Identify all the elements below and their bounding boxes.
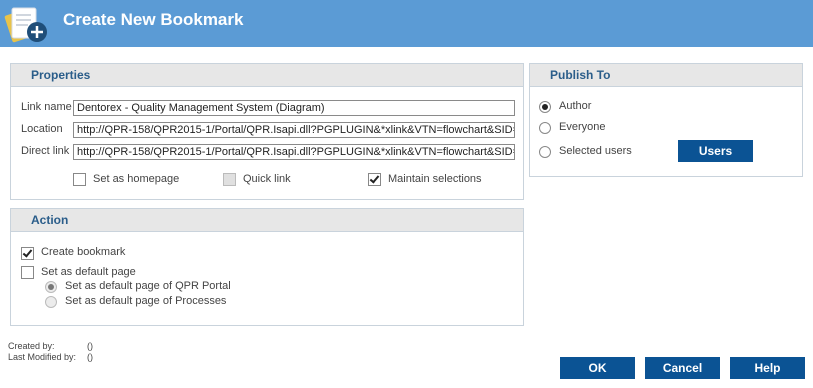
cancel-button[interactable]: Cancel	[645, 357, 720, 379]
created-by-label: Created by:	[8, 341, 55, 351]
link-name-field[interactable]: Dentorex - Quality Management System (Di…	[73, 100, 515, 116]
set-homepage-checkbox[interactable]	[73, 173, 86, 186]
quick-link-checkbox[interactable]	[223, 173, 236, 186]
last-modified-by-label: Last Modified by:	[8, 352, 77, 362]
publish-author-radio[interactable]	[539, 101, 551, 113]
create-bookmark-checkbox[interactable]	[21, 247, 34, 260]
ok-button[interactable]: OK	[560, 357, 635, 379]
users-button[interactable]: Users	[678, 140, 753, 162]
bookmark-add-icon	[4, 7, 47, 43]
link-name-label: Link name	[21, 101, 72, 113]
publish-selected-users-label: Selected users	[559, 145, 632, 157]
dialog-titlebar: Create New Bookmark	[0, 0, 813, 47]
default-processes-radio[interactable]	[45, 296, 57, 308]
created-by-value: ()	[87, 341, 93, 351]
create-bookmark-label: Create bookmark	[41, 246, 126, 258]
publish-everyone-label: Everyone	[559, 121, 606, 133]
default-qpr-portal-label: Set as default page of QPR Portal	[65, 280, 231, 292]
maintain-selections-label: Maintain selections	[388, 173, 482, 185]
default-processes-label: Set as default page of Processes	[65, 295, 227, 307]
set-homepage-label: Set as homepage	[93, 173, 180, 185]
set-default-page-label: Set as default page	[41, 266, 136, 278]
default-qpr-portal-radio[interactable]	[45, 281, 57, 293]
publish-to-header: Publish To	[530, 64, 802, 87]
direct-link-field[interactable]: http://QPR-158/QPR2015-1/Portal/QPR.Isap…	[73, 144, 515, 160]
set-default-page-checkbox[interactable]	[21, 266, 34, 279]
quick-link-label: Quick link	[243, 173, 291, 185]
location-label: Location	[21, 123, 63, 135]
maintain-selections-checkbox[interactable]	[368, 173, 381, 186]
location-field[interactable]: http://QPR-158/QPR2015-1/Portal/QPR.Isap…	[73, 122, 515, 138]
publish-to-panel: Publish To	[529, 63, 803, 177]
publish-author-label: Author	[559, 100, 592, 112]
dialog-title: Create New Bookmark	[63, 10, 244, 29]
publish-selected-users-radio[interactable]	[539, 146, 551, 158]
properties-header: Properties	[11, 64, 523, 87]
publish-everyone-radio[interactable]	[539, 122, 551, 134]
direct-link-label: Direct link	[21, 145, 70, 157]
last-modified-by-value: ()	[87, 352, 93, 362]
help-button[interactable]: Help	[730, 357, 805, 379]
action-header: Action	[11, 209, 523, 232]
